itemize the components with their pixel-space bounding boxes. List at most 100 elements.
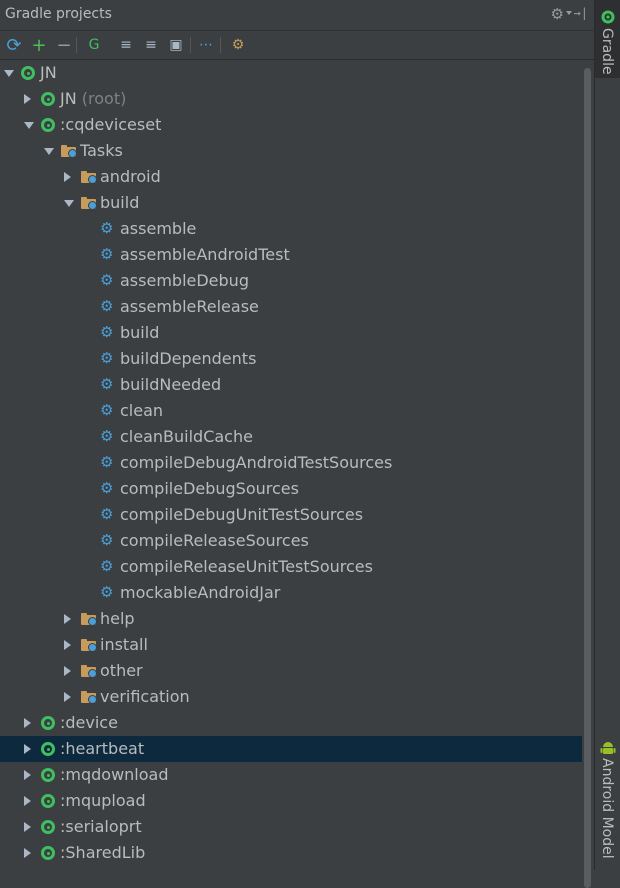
- project-node[interactable]: :mqdownload: [0, 762, 582, 788]
- collapsed-arrow-icon[interactable]: [24, 822, 31, 832]
- task-node[interactable]: ⚙ compileReleaseUnitTestSources: [0, 554, 582, 580]
- tree-node-label: buildDependents: [120, 349, 256, 368]
- gradle-tab-icon: [601, 10, 615, 24]
- add-project-button[interactable]: +: [29, 35, 49, 56]
- node-name: Tasks: [80, 141, 123, 160]
- node-name: assembleDebug: [120, 271, 249, 290]
- node-name: :SharedLib: [60, 843, 146, 862]
- settings-dropdown-caret-icon[interactable]: [566, 11, 572, 15]
- node-name: compileReleaseUnitTestSources: [120, 557, 373, 576]
- collapsed-arrow-icon[interactable]: [24, 94, 31, 104]
- gear-icon: ⚙: [100, 323, 114, 341]
- project-node[interactable]: :heartbeat: [0, 736, 582, 762]
- gradle-settings-button[interactable]: ⚙: [228, 35, 248, 55]
- node-name: android: [100, 167, 161, 186]
- gear-icon: ⚙: [100, 271, 114, 289]
- task-node[interactable]: ⚙ build: [0, 320, 582, 346]
- execute-task-button[interactable]: G: [84, 35, 104, 55]
- android-model-side-tab[interactable]: Android Model: [595, 736, 620, 866]
- remove-project-button[interactable]: −: [54, 35, 74, 56]
- task-node[interactable]: ⚙ buildNeeded: [0, 372, 582, 398]
- node-name: compileDebugUnitTestSources: [120, 505, 364, 524]
- task-node[interactable]: ⚙ mockableAndroidJar: [0, 580, 582, 606]
- collapsed-arrow-icon[interactable]: [24, 848, 31, 858]
- task-node[interactable]: ⚙ compileDebugSources: [0, 476, 582, 502]
- task-group-node[interactable]: verification: [0, 684, 582, 710]
- task-group-node[interactable]: build: [0, 190, 582, 216]
- task-node[interactable]: ⚙ cleanBuildCache: [0, 424, 582, 450]
- collapsed-arrow-icon[interactable]: [64, 172, 71, 182]
- node-name: :serialoprt: [60, 817, 142, 836]
- task-node[interactable]: ⚙ assembleAndroidTest: [0, 242, 582, 268]
- project-node[interactable]: JN: [0, 60, 582, 86]
- collapsed-arrow-icon[interactable]: [24, 796, 31, 806]
- tree-node-label: verification: [100, 687, 190, 706]
- hide-panel-icon[interactable]: →|: [574, 6, 588, 20]
- expanded-arrow-icon[interactable]: [64, 200, 74, 207]
- expanded-arrow-icon[interactable]: [4, 70, 14, 77]
- collapsed-arrow-icon[interactable]: [64, 666, 71, 676]
- task-node[interactable]: ⚙ compileDebugAndroidTestSources: [0, 450, 582, 476]
- tree-node-label: :cqdeviceset: [60, 115, 161, 134]
- gradle-module-icon: [41, 716, 55, 730]
- expanded-arrow-icon[interactable]: [44, 148, 54, 155]
- collapsed-arrow-icon[interactable]: [64, 614, 71, 624]
- task-group-node[interactable]: Tasks: [0, 138, 582, 164]
- attach-project-button[interactable]: ▣: [166, 35, 186, 55]
- gradle-module-icon: [41, 92, 55, 106]
- tree-node-label: :mqdownload: [60, 765, 169, 784]
- collapsed-arrow-icon[interactable]: [24, 770, 31, 780]
- task-node[interactable]: ⚙ assembleRelease: [0, 294, 582, 320]
- project-node[interactable]: :SharedLib: [0, 840, 582, 866]
- gradle-side-tab[interactable]: Gradle: [595, 0, 620, 78]
- node-name: JN: [40, 63, 57, 82]
- project-node[interactable]: :serialoprt: [0, 814, 582, 840]
- offline-mode-button[interactable]: ⋯: [196, 35, 216, 55]
- task-node[interactable]: ⚙ compileDebugUnitTestSources: [0, 502, 582, 528]
- task-node[interactable]: ⚙ buildDependents: [0, 346, 582, 372]
- task-folder-icon: [81, 197, 97, 210]
- refresh-all-button[interactable]: ⟳: [4, 35, 24, 56]
- project-node[interactable]: :mqupload: [0, 788, 582, 814]
- collapsed-arrow-icon[interactable]: [64, 692, 71, 702]
- tree-node-label: compileDebugSources: [120, 479, 299, 498]
- vertical-scrollbar[interactable]: [582, 60, 594, 888]
- task-folder-icon: [81, 613, 97, 626]
- gear-icon: ⚙: [100, 375, 114, 393]
- settings-gear-icon[interactable]: ⚙: [551, 5, 564, 23]
- task-group-node[interactable]: other: [0, 658, 582, 684]
- gradle-module-icon: [41, 118, 55, 132]
- task-node[interactable]: ⚙ clean: [0, 398, 582, 424]
- gradle-tool-window: Gradle projects ⚙ →| ⟳ + − G ≡ ≡ ▣ ⋯ ⚙ JN JN (roo…: [0, 0, 594, 888]
- gradle-module-icon: [41, 742, 55, 756]
- collapsed-arrow-icon[interactable]: [24, 744, 31, 754]
- expand-all-button[interactable]: ≡: [116, 35, 136, 55]
- task-group-node[interactable]: android: [0, 164, 582, 190]
- expanded-arrow-icon[interactable]: [24, 122, 34, 129]
- node-name: build: [100, 193, 140, 212]
- node-name: install: [100, 635, 148, 654]
- tree-node-label: compileDebugAndroidTestSources: [120, 453, 392, 472]
- node-name: assembleAndroidTest: [120, 245, 290, 264]
- tree-node-label: assemble: [120, 219, 196, 238]
- node-name: other: [100, 661, 143, 680]
- task-group-node[interactable]: install: [0, 632, 582, 658]
- node-name: compileDebugSources: [120, 479, 299, 498]
- tree-node-label: install: [100, 635, 148, 654]
- tree-node-label: android: [100, 167, 161, 186]
- collapsed-arrow-icon[interactable]: [64, 640, 71, 650]
- tree-node-label: compileReleaseUnitTestSources: [120, 557, 373, 576]
- task-node[interactable]: ⚙ assemble: [0, 216, 582, 242]
- node-name: :mqdownload: [60, 765, 169, 784]
- project-node[interactable]: :cqdeviceset: [0, 112, 582, 138]
- gradle-module-icon: [41, 846, 55, 860]
- task-node[interactable]: ⚙ assembleDebug: [0, 268, 582, 294]
- project-node[interactable]: :device: [0, 710, 582, 736]
- collapse-all-button[interactable]: ≡: [141, 35, 161, 55]
- scrollbar-thumb[interactable]: [584, 68, 591, 888]
- tree-node-label: mockableAndroidJar: [120, 583, 280, 602]
- collapsed-arrow-icon[interactable]: [24, 718, 31, 728]
- project-node[interactable]: JN (root): [0, 86, 582, 112]
- task-node[interactable]: ⚙ compileReleaseSources: [0, 528, 582, 554]
- task-group-node[interactable]: help: [0, 606, 582, 632]
